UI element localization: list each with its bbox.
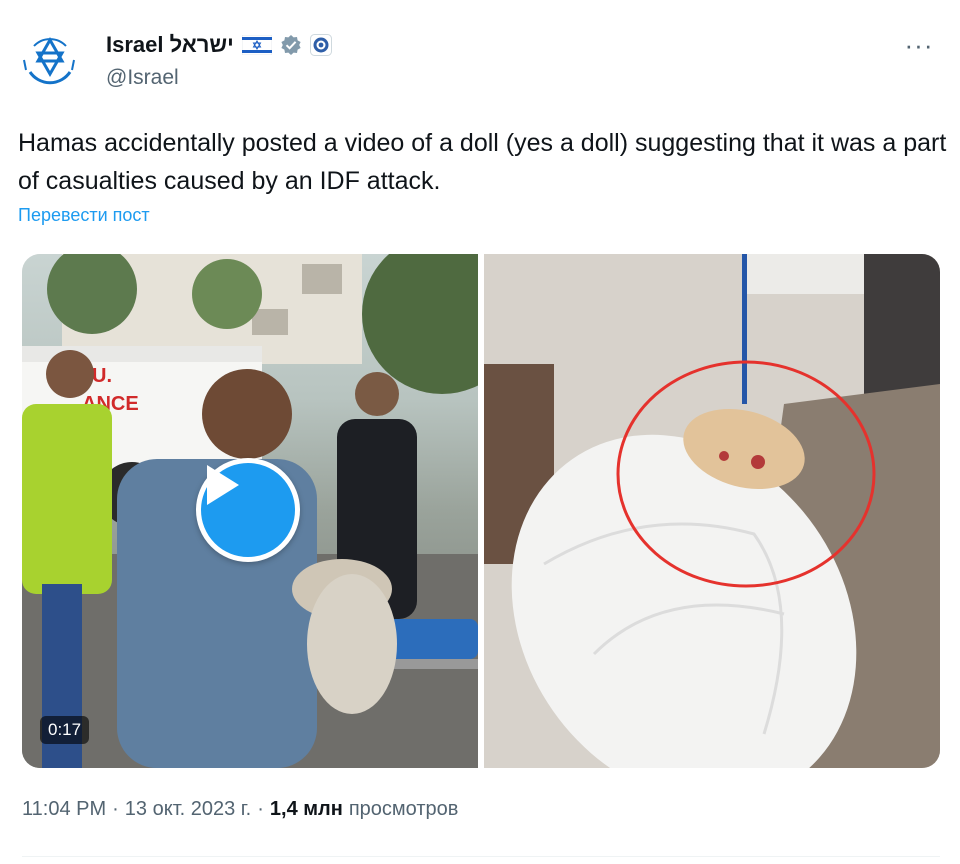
government-emblem-icon[interactable] [309,34,332,56]
avatar[interactable] [18,30,82,94]
video-thumbnail[interactable]: U. ANCE 0:17 [22,254,478,768]
author-name-row: Israel ישראל [106,30,332,60]
views-count: 1,4 млн [269,798,343,820]
ambulance-text-1: U. [92,365,112,387]
wrapped-figure-illustration [484,254,940,768]
media-grid: U. ANCE 0:17 [22,254,940,768]
author-handle[interactable]: @Israel [106,66,179,90]
post-date[interactable]: 13 окт. 2023 г. [125,798,251,821]
post-time[interactable]: 11:04 PM [22,798,106,821]
video-duration: 0:17 [40,716,90,744]
tweet-text: Hamas accidentally posted a video of a d… [18,129,947,195]
divider [22,856,940,857]
more-options-icon[interactable]: ··· [902,32,936,58]
photo-thumbnail[interactable] [484,254,940,768]
tweet-meta: 11:04 PM · 13 окт. 2023 г. · 1,4 млн про… [22,798,458,821]
translate-post-link[interactable]: Перевести пост [18,205,150,226]
views-label: просмотров [348,798,459,820]
play-icon [207,465,239,505]
israel-flag-icon [241,35,272,55]
meta-separator: · [112,798,119,820]
display-name[interactable]: Israel ישראל [106,32,234,58]
meta-separator: · [257,798,264,820]
star-of-david-logo-icon [23,36,75,85]
play-button[interactable] [196,458,300,562]
tweet: Israel ישראל @Israel ··· Hamas accidenta… [0,0,960,864]
verified-badge-icon[interactable] [280,34,302,56]
